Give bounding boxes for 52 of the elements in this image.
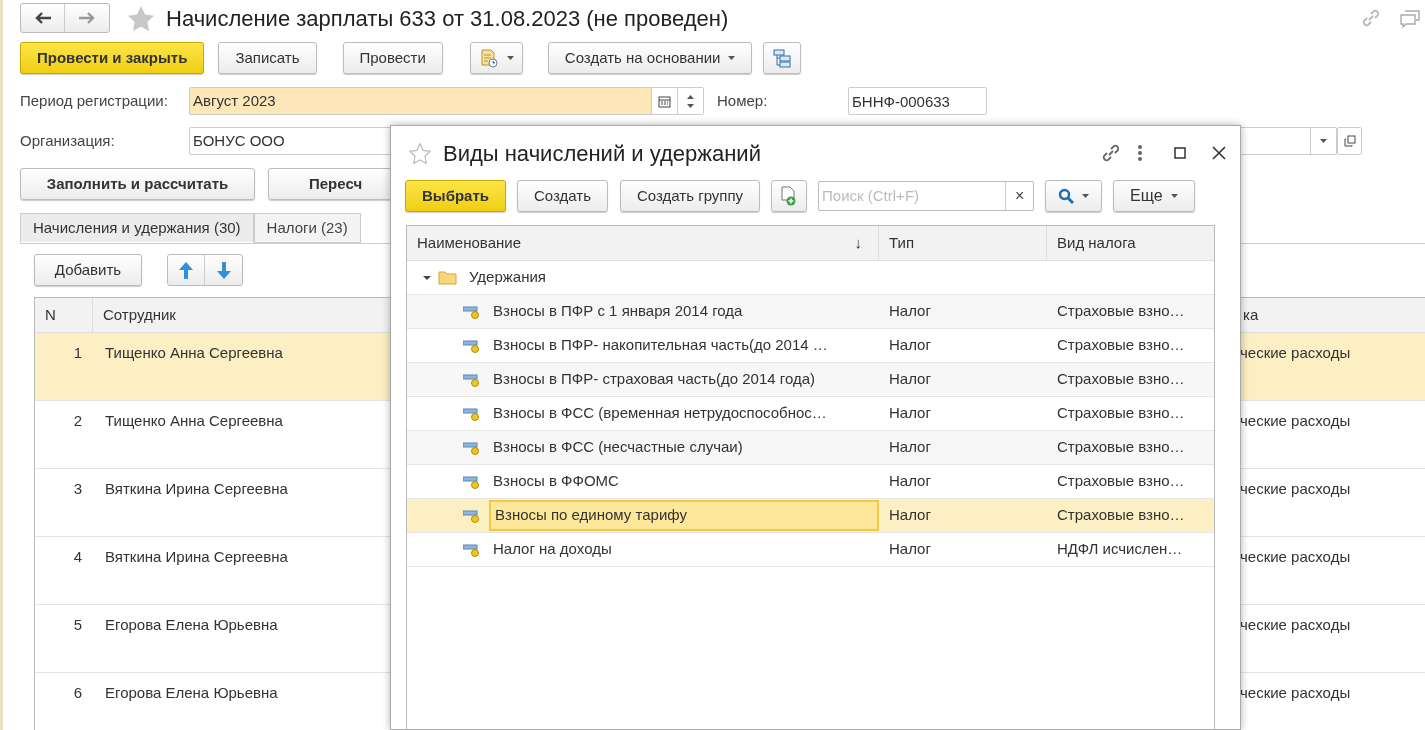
field-label: Номер: [717, 90, 769, 111]
table-cell-text: Взносы в ФСС (несчастные случаи) [492, 437, 744, 458]
table-cell-text: 1 [72, 343, 83, 363]
table-cell-text: Страховые взно… [1056, 403, 1186, 424]
column-header: Сотрудник [103, 304, 176, 325]
table-cell-text: ческие расходы [1240, 411, 1351, 431]
table-cell-text: ческие расходы [1240, 683, 1351, 703]
table-cell-text: ческие расходы [1240, 343, 1351, 363]
table-cell: Егорова Елена Юрьевна [105, 616, 278, 633]
table-cell-text: Налог [888, 471, 932, 492]
dialog-title: Виды начислений и удержаний [443, 139, 761, 168]
table-cell-text: 5 [72, 615, 83, 635]
sort-indicator: ↓ [854, 232, 862, 253]
table-cell-text: ческие расходы [1240, 479, 1351, 499]
table-cell-text: Взносы в ФФОМС [492, 471, 620, 492]
table-cell: Тищенко Анна Сергеевна [105, 344, 283, 361]
table-cell-text: Страховые взно… [1056, 301, 1186, 322]
table-cell-text: Налог [888, 505, 932, 526]
table-cell-text: 6 [72, 683, 83, 703]
table-cell-text: Взносы в ПФР- страховая часть(до 2014 года) [492, 369, 816, 390]
table-cell-text: 4 [72, 547, 83, 567]
table-cell-text: Страховые взно… [1056, 471, 1186, 492]
table-cell-text: Страховые взно… [1056, 369, 1186, 390]
table-cell-text: Налог [888, 539, 932, 560]
table-cell-text: Налог на доходы [492, 539, 613, 560]
table-cell-text: 2 [72, 411, 83, 431]
table-cell: Взносы по единому тарифу [489, 500, 879, 531]
table-cell-text: Взносы в ФСС (временная нетрудоспособнос… [492, 403, 828, 424]
table-cell-text: Взносы в ПФР- накопительная часть(до 2014 … [492, 335, 829, 356]
table-cell-text: Налог [888, 403, 932, 424]
table-cell-text: ческие расходы [1240, 547, 1351, 567]
table-cell-text: Страховые взно… [1056, 437, 1186, 458]
table-cell-text: Налог [888, 301, 932, 322]
table-cell: Вяткина Ирина Сергеевна [105, 480, 288, 497]
field-label: Период регистрации: [20, 90, 169, 111]
table-cell-text: НДФЛ исчислен… [1056, 539, 1184, 560]
table-cell-text: ческие расходы [1240, 615, 1351, 635]
table-cell-text: Налог [888, 437, 932, 458]
table-cell-text: Налог [888, 369, 932, 390]
field-label: Организация: [20, 130, 116, 151]
table-cell-text: Налог [888, 335, 932, 356]
group-name: Удержания [469, 267, 546, 288]
table-cell: Егорова Елена Юрьевна [105, 684, 278, 701]
document-title: Начисление зарплаты 633 от 31.08.2023 (не проведен) [166, 4, 729, 33]
column-header: N [35, 298, 93, 332]
table-cell-text: Страховые взно… [1056, 505, 1186, 526]
table-cell-text: Страховые взно… [1056, 335, 1186, 356]
column-header: ка [1242, 304, 1260, 325]
table-cell: Тищенко Анна Сергеевна [105, 412, 283, 429]
table-cell-text: Взносы в ПФР с 1 января 2014 года [492, 301, 744, 322]
table-cell-text: 3 [72, 479, 83, 499]
table-cell: Вяткина Ирина Сергеевна [105, 548, 288, 565]
